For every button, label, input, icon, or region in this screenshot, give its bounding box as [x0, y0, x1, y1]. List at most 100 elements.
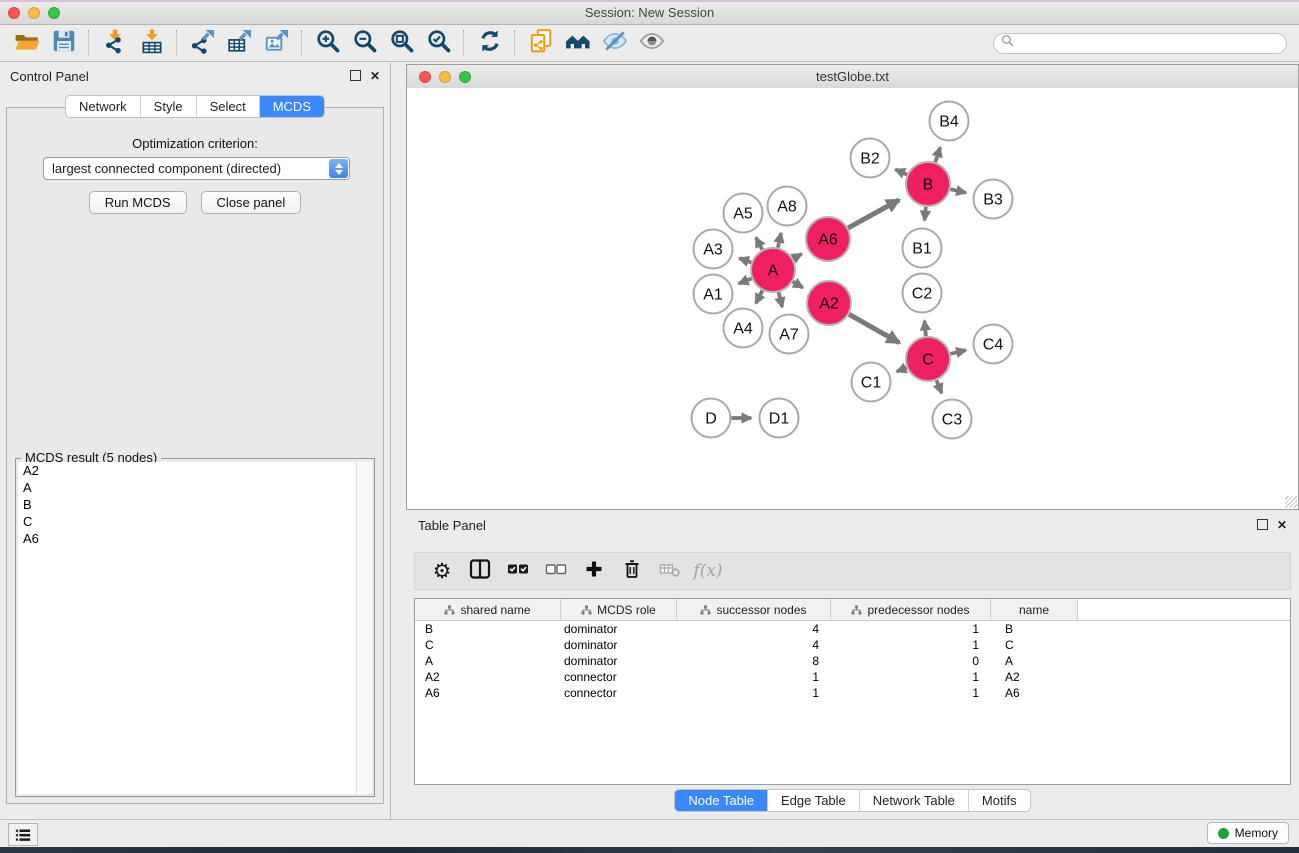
table-row-A6[interactable]: A6connector11A6 — [415, 685, 1290, 701]
table-row-A[interactable]: Adominator80A — [415, 653, 1290, 669]
edge-A-A4[interactable] — [756, 290, 763, 303]
node-A6[interactable]: A6 — [806, 217, 850, 261]
import-network-button[interactable] — [96, 27, 133, 59]
delete-columns-button[interactable] — [613, 555, 651, 587]
close-panel-button[interactable]: Close panel — [201, 191, 302, 214]
float-panel-icon[interactable] — [350, 70, 361, 81]
first-neighbors-button[interactable] — [559, 27, 596, 59]
run-mcds-button[interactable]: Run MCDS — [89, 191, 187, 214]
edge-C-C4[interactable] — [950, 350, 965, 354]
node-B4[interactable]: B4 — [930, 102, 969, 141]
edge-A-A8[interactable] — [778, 233, 781, 247]
refresh-button[interactable] — [471, 27, 508, 59]
zoom-fit-button[interactable] — [383, 27, 420, 59]
edge-A6-B[interactable] — [848, 200, 899, 228]
table-row-A2[interactable]: A2connector11A2 — [415, 669, 1290, 685]
zoom-out-button[interactable] — [346, 27, 383, 59]
node-C4[interactable]: C4 — [974, 325, 1013, 364]
edge-A-A7[interactable] — [779, 292, 783, 307]
column-header-predecessor-nodes[interactable]: predecessor nodes — [831, 599, 991, 620]
show-columns-button[interactable] — [461, 555, 499, 587]
duplicate-network-button[interactable] — [522, 27, 559, 59]
mcds-result-item[interactable]: A — [18, 479, 357, 496]
table-panel-tab-motifs[interactable]: Motifs — [969, 790, 1030, 811]
edge-A-A5[interactable] — [756, 238, 762, 250]
node-A2[interactable]: A2 — [807, 281, 851, 325]
edge-C-C2[interactable] — [925, 321, 926, 336]
resize-grip[interactable] — [1285, 496, 1297, 508]
control-panel-tab-style[interactable]: Style — [141, 96, 197, 117]
table-settings-gear-button[interactable]: ⚙ — [423, 555, 461, 587]
node-C3[interactable]: C3 — [933, 400, 972, 439]
search-input[interactable] — [1018, 35, 1286, 51]
node-C2[interactable]: C2 — [903, 274, 942, 313]
edge-B-B4[interactable] — [935, 147, 940, 162]
control-panel-tab-network[interactable]: Network — [66, 96, 141, 117]
node-A4[interactable]: A4 — [724, 309, 763, 348]
import-table-button[interactable] — [133, 27, 170, 59]
mcds-result-item[interactable]: C — [18, 513, 357, 530]
control-panel-tab-select[interactable]: Select — [197, 96, 260, 117]
node-C1[interactable]: C1 — [852, 363, 891, 402]
show-all-button[interactable] — [633, 27, 670, 59]
node-A7[interactable]: A7 — [770, 315, 809, 354]
export-network-button[interactable] — [184, 27, 221, 59]
memory-button[interactable]: Memory — [1207, 822, 1289, 844]
node-C[interactable]: C — [906, 337, 950, 381]
column-header-MCDS-role[interactable]: MCDS role — [561, 599, 677, 620]
edge-B-B2[interactable] — [895, 169, 907, 174]
node-D1[interactable]: D1 — [760, 399, 799, 438]
node-B2[interactable]: B2 — [851, 139, 890, 178]
edge-A2-C[interactable] — [849, 314, 899, 342]
table-panel-tab-network-table[interactable]: Network Table — [860, 790, 969, 811]
table-row-C[interactable]: Cdominator41C — [415, 637, 1290, 653]
deselect-all-checkboxes-button[interactable] — [537, 555, 575, 587]
search-box[interactable] — [993, 33, 1287, 54]
panel-menu-button[interactable] — [8, 823, 38, 846]
zoom-in-button[interactable] — [309, 27, 346, 59]
control-panel-title: Control Panel — [10, 69, 89, 84]
open-session-button[interactable] — [8, 27, 45, 59]
export-image-button[interactable] — [258, 27, 295, 59]
node-D[interactable]: D — [692, 399, 731, 438]
select-all-checkboxes-button[interactable] — [499, 555, 537, 587]
network-canvas[interactable]: B4 B2 B B3 A5A8A6 A3 B1 A A1 C2 A2 A4A7 C C4 C1 C3 D D1 — [407, 88, 1298, 509]
edge-C-C3[interactable] — [937, 380, 942, 393]
result-scrollbar[interactable] — [356, 462, 372, 794]
edge-A-A2[interactable] — [793, 282, 803, 288]
close-table-panel-icon[interactable]: ✕ — [1277, 520, 1287, 530]
mcds-result-item[interactable]: A2 — [18, 462, 357, 479]
table-panel-tab-node-table[interactable]: Node Table — [675, 790, 768, 811]
edge-A-A3[interactable] — [739, 258, 751, 262]
node-B1[interactable]: B1 — [903, 229, 942, 268]
table-row-B[interactable]: Bdominator41B — [415, 621, 1290, 637]
node-A1[interactable]: A1 — [694, 275, 733, 314]
selected-option: largest connected component (directed) — [52, 161, 281, 176]
edge-B-B1[interactable] — [925, 207, 926, 220]
mcds-result-item[interactable]: A6 — [18, 530, 357, 547]
create-column-button[interactable] — [575, 555, 613, 587]
edge-A-A1[interactable] — [739, 279, 752, 284]
node-A5[interactable]: A5 — [724, 194, 763, 233]
control-panel-tab-mcds[interactable]: MCDS — [260, 96, 324, 117]
column-header-shared-name[interactable]: shared name — [415, 599, 561, 620]
column-header-name[interactable]: name — [991, 599, 1078, 620]
edge-A-A6[interactable] — [793, 254, 802, 259]
save-session-button[interactable] — [45, 27, 82, 59]
optimization-criterion-select[interactable]: largest connected component (directed) — [43, 157, 350, 180]
node-A[interactable]: A — [751, 248, 795, 292]
close-panel-icon[interactable]: ✕ — [370, 71, 380, 81]
node-B[interactable]: B — [906, 162, 950, 206]
column-header-successor-nodes[interactable]: successor nodes — [677, 599, 831, 620]
float-table-panel-icon[interactable] — [1257, 519, 1268, 530]
node-B3[interactable]: B3 — [974, 180, 1013, 219]
export-table-button[interactable] — [221, 27, 258, 59]
hide-selected-button[interactable] — [596, 27, 633, 59]
node-A8[interactable]: A8 — [768, 187, 807, 226]
mcds-result-item[interactable]: B — [18, 496, 357, 513]
node-A3[interactable]: A3 — [694, 230, 733, 269]
edge-B-B3[interactable] — [950, 189, 965, 193]
edge-C-C1[interactable] — [897, 368, 907, 372]
zoom-selected-button[interactable] — [420, 27, 457, 59]
table-panel-tab-edge-table[interactable]: Edge Table — [768, 790, 860, 811]
